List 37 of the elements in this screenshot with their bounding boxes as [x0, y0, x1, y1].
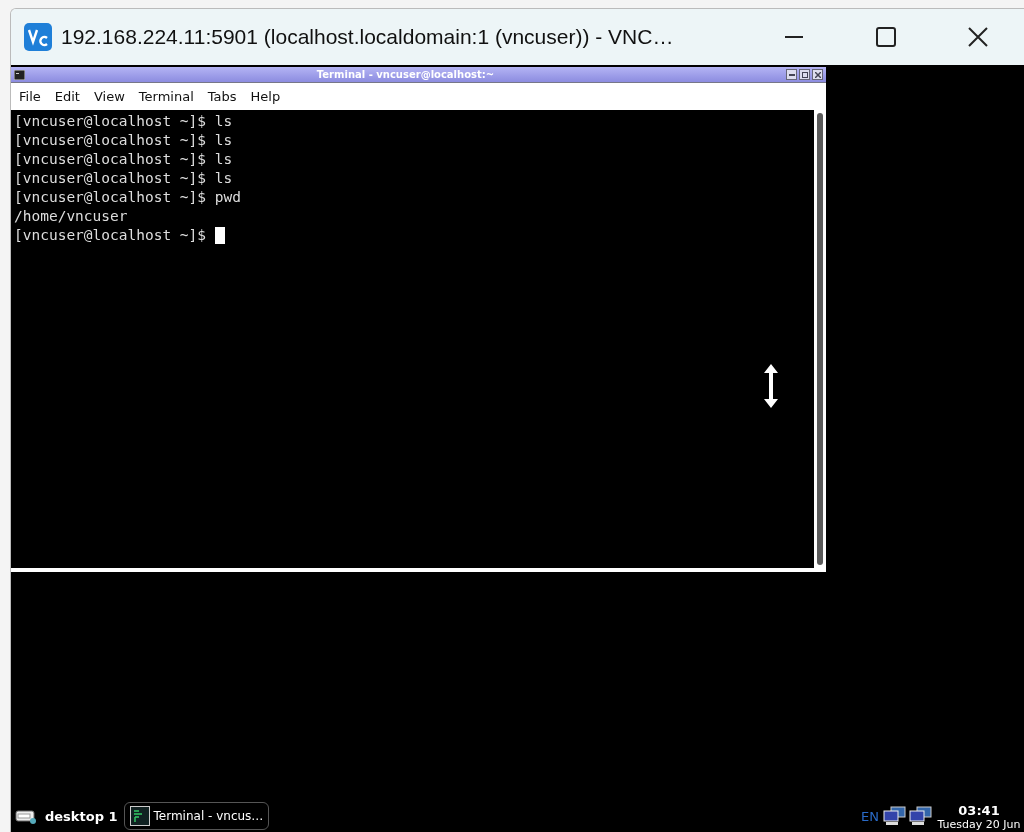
minimize-button[interactable] — [786, 69, 797, 80]
menu-item[interactable]: Terminal — [131, 89, 201, 104]
network-icon[interactable] — [908, 806, 934, 826]
terminal-line: [vncuser@localhost ~]$ — [14, 226, 208, 245]
network-icon[interactable] — [882, 806, 908, 826]
close-icon — [968, 27, 988, 47]
app-icon — [24, 23, 52, 51]
menu-item[interactable]: File — [12, 89, 48, 104]
text-cursor — [214, 227, 225, 244]
terminal-line: [vncuser@localhost ~]$ ls — [14, 150, 233, 169]
window-title: 192.168.224.11:5901 (localhost.localdomain:1 (vncuser)) - VNC… — [61, 25, 675, 49]
maximize-icon — [876, 27, 896, 47]
terminal-title: Terminal - vncuser@localhost:~ — [315, 69, 496, 80]
close-button[interactable] — [812, 69, 823, 80]
terminal-icon — [14, 69, 25, 80]
minimize-icon — [788, 73, 795, 76]
menu-item[interactable]: Tabs — [200, 89, 244, 104]
maximize-button[interactable] — [799, 69, 810, 80]
maximize-icon — [801, 71, 808, 78]
clock-time: 03:41 — [958, 804, 1000, 818]
clock-date: Tuesday 20 Jun — [937, 818, 1021, 832]
minimize-icon — [785, 36, 803, 38]
workspace-icon — [15, 808, 37, 824]
terminal-line: /home/vncuser — [14, 207, 128, 226]
terminal-line: [vncuser@localhost ~]$ ls — [14, 131, 233, 150]
terminal-line: [vncuser@localhost ~]$ ls — [14, 169, 233, 188]
terminal-line: [vncuser@localhost ~]$ ls — [14, 112, 233, 131]
resize-cursor-icon — [763, 363, 779, 409]
close-icon — [814, 71, 821, 78]
terminal-line: [vncuser@localhost ~]$ pwd — [14, 188, 241, 207]
terminal-icon — [129, 806, 150, 826]
menu-item[interactable]: Help — [243, 89, 288, 104]
language-indicator[interactable]: EN — [861, 808, 879, 824]
workspace-label[interactable]: desktop 1 — [45, 808, 118, 824]
menu-item[interactable]: View — [86, 89, 132, 104]
taskbar-button[interactable]: Terminal - vncus… — [123, 802, 270, 830]
menu-item[interactable]: Edit — [47, 89, 87, 104]
